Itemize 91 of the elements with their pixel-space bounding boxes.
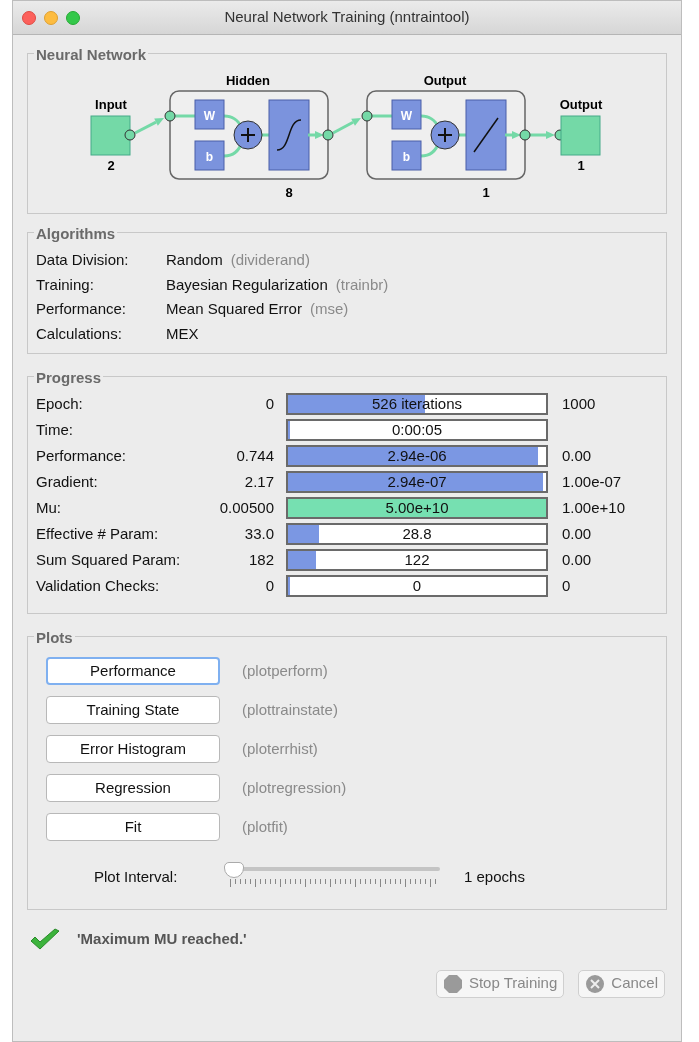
close-icon[interactable] [22,10,36,25]
connector-arrow [505,131,521,139]
end-value: 1000 [562,393,596,414]
end-value: 1.00e+10 [562,497,625,518]
algorithm-value: MEX [166,323,199,344]
end-value: 0 [562,575,571,596]
cancel-icon [585,973,606,994]
plot-button[interactable]: Fit [46,813,220,841]
connector-arrow [530,131,555,139]
weight-label: W [400,109,413,123]
layer-title: Hidden [225,73,271,88]
progress-label: Time: [36,419,74,440]
zoom-icon[interactable] [66,10,80,25]
progress-value: 5.00e+10 [384,499,450,517]
end-value: 0.00 [562,445,592,466]
weight-block [391,99,422,130]
progress-label: Performance: [36,445,128,466]
progress-value: 2.94e-06 [386,447,448,465]
algorithm-function: (trainbr) [335,274,389,295]
progress-label: Effective # Param: [36,523,160,544]
status-message: 'Maximum MU reached.' [77,929,247,950]
progress-label: Sum Squared Param: [36,549,182,570]
plot-function: (plotfit) [242,816,288,837]
end-value: 1.00e-07 [562,471,622,492]
start-value: 33.0 [244,524,274,542]
start-value: 0 [265,394,274,412]
algorithm-label: Performance: [36,299,128,319]
output-size: 1 [577,158,585,173]
bias-label: b [205,150,214,164]
start-value: 0.00500 [219,498,274,516]
weight-block [194,99,225,130]
progress-label: Validation Checks: [36,575,161,596]
layer-size: 8 [285,185,293,200]
minimize-icon[interactable] [44,10,58,25]
algorithm-label: Data Division: [36,250,130,270]
transfer-function-block [465,99,507,171]
progress-value: 0 [411,577,423,595]
start-value: 182 [248,550,274,568]
stop-sign-icon [442,973,463,994]
layer-size: 1 [482,185,490,200]
slider-reading: 1 epochs [464,867,525,887]
algorithm-function: (dividerand) [230,250,310,270]
progress-label: Gradient: [36,471,99,492]
algorithm-label: Training: [36,274,95,295]
connector-arrow [332,118,361,135]
plot-function: (ploterrhist) [242,738,318,759]
bias-block [391,140,422,171]
slider-thumb[interactable] [224,862,244,879]
plot-button[interactable]: Regression [46,774,220,802]
input-label: Input [95,97,127,112]
progress-label: Mu: [36,497,62,518]
progress-label: Epoch: [36,393,84,414]
algorithm-value: Random [166,250,223,270]
input-block [90,115,131,156]
output-label: Output [559,97,603,112]
plot-button[interactable]: Performance [46,657,220,685]
plot-function: (plotregression) [242,777,347,798]
connector-arrow [308,131,324,139]
plot-button[interactable]: Error Histogram [46,735,220,763]
slider-label: Plot Interval: [94,867,179,887]
progress-value: 2.94e-07 [386,473,448,491]
progress-value: 28.8 [401,525,433,543]
layer-title: Output [423,73,467,88]
port-dot [361,110,373,122]
algorithm-function: (mse) [309,299,349,319]
output-block [560,115,601,156]
start-value: 0 [265,576,274,594]
transfer-function-block [268,99,310,171]
bias-block [194,140,225,171]
end-value: 0.00 [562,549,592,570]
plot-function: (plottrainstate) [242,699,338,720]
sum-icon [430,120,460,150]
connector-arrow [134,118,164,135]
start-value: 2.17 [244,472,274,490]
end-value: 0.00 [562,523,592,544]
start-value: 0.744 [236,446,274,464]
plot-function: (plotperform) [242,660,328,681]
bias-label: b [402,150,411,164]
sum-icon [233,120,263,150]
port-dot [164,110,176,122]
input-size: 2 [107,158,115,173]
window-title: Neural Network Training (nntraintool) [224,7,470,28]
progress-value: 0:00:05 [390,421,443,439]
algorithm-label: Calculations: [36,323,123,344]
algorithm-value: Bayesian Regularization [166,274,328,295]
progress-value: 122 [403,551,431,569]
checkmark-icon [29,927,61,952]
algorithm-value: Mean Squared Error [166,299,302,319]
port-dot [124,129,136,141]
plot-button[interactable]: Training State [46,696,220,724]
weight-label: W [203,109,216,123]
